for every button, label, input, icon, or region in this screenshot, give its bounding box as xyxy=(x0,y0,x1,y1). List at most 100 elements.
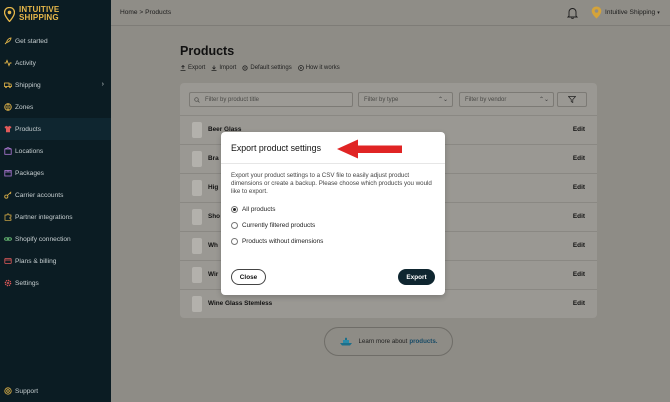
sidebar-item-settings[interactable]: Settings xyxy=(0,272,111,294)
learn-more-link[interactable]: products. xyxy=(409,338,437,345)
puzzle-icon xyxy=(4,213,12,221)
search-icon xyxy=(194,97,200,103)
sidebar-item-activity[interactable]: Activity xyxy=(0,52,111,74)
account-avatar-icon xyxy=(591,6,602,19)
sidebar-item-label: Plans & billing xyxy=(15,257,57,265)
select-caret-icon: ⌃⌄ xyxy=(437,97,448,103)
sidebar-item-products[interactable]: Products xyxy=(0,118,111,140)
type-filter-placeholder: Filter by type xyxy=(364,96,399,103)
ship-icon xyxy=(340,337,353,346)
link-icon xyxy=(4,235,12,243)
export-settings-dialog: Export product settings Export your prod… xyxy=(221,132,445,295)
type-filter[interactable]: Filter by type ⌃⌄ xyxy=(358,92,453,107)
sidebar-item-carrier-accounts[interactable]: Carrier accounts xyxy=(0,184,111,206)
edit-link[interactable]: Edit xyxy=(573,300,585,307)
dialog-divider xyxy=(221,163,445,164)
brand-logo[interactable]: INTUITIVE SHIPPING xyxy=(4,4,59,24)
export-button[interactable]: Export xyxy=(398,269,435,285)
sidebar-item-label: Shopify connection xyxy=(15,235,71,243)
chevron-right-icon: › xyxy=(101,81,104,88)
product-name: Bra xyxy=(208,155,219,162)
sidebar-item-label: Zones xyxy=(15,103,34,111)
vendor-filter[interactable]: Filter by vendor ⌃⌄ xyxy=(459,92,554,107)
topbar: Home > Products Intuitive Shipping ▾ xyxy=(111,0,670,26)
sidebar-item-partner-integrations[interactable]: Partner integrations xyxy=(0,206,111,228)
edit-link[interactable]: Edit xyxy=(573,155,585,162)
breadcrumb[interactable]: Home > Products xyxy=(120,9,171,16)
sidebar-item-get-started[interactable]: Get started xyxy=(0,30,111,52)
how-it-works-label: How it works xyxy=(305,65,340,71)
edit-link[interactable]: Edit xyxy=(573,242,585,249)
account-name: Intuitive Shipping xyxy=(605,9,656,16)
caret-down-icon: ▾ xyxy=(657,9,660,16)
radio-without-dimensions[interactable]: Products without dimensions xyxy=(231,238,323,245)
radio-button[interactable] xyxy=(231,222,238,229)
radio-all-products[interactable]: All products xyxy=(231,206,275,213)
sidebar-item-plans-billing[interactable]: Plans & billing xyxy=(0,250,111,272)
default-settings-action[interactable]: Default settings xyxy=(242,65,292,71)
account-menu[interactable]: Intuitive Shipping ▾ xyxy=(591,6,660,19)
globe-icon xyxy=(4,103,12,111)
box-icon xyxy=(4,169,12,177)
import-action-label: Import xyxy=(219,65,237,71)
learn-more-text: Learn more about xyxy=(358,338,408,345)
filter-icon xyxy=(568,96,576,103)
brand-name: INTUITIVE SHIPPING xyxy=(19,5,59,23)
sidebar-item-label: Carrier accounts xyxy=(15,191,64,199)
support-link[interactable]: Support xyxy=(4,387,38,395)
building-icon xyxy=(4,147,12,155)
product-thumbnail xyxy=(192,296,202,312)
edit-link[interactable]: Edit xyxy=(573,184,585,191)
close-button[interactable]: Close xyxy=(231,269,266,285)
learn-more-button[interactable]: Learn more about products. xyxy=(324,327,453,356)
export-action[interactable]: Export xyxy=(180,65,205,71)
edit-link[interactable]: Edit xyxy=(573,213,585,220)
edit-link[interactable]: Edit xyxy=(573,126,585,133)
radio-currently-filtered[interactable]: Currently filtered products xyxy=(231,222,315,229)
brand-line-2: SHIPPING xyxy=(19,13,59,22)
product-title-filter-placeholder: Filter by product title xyxy=(205,96,260,103)
radio-button-selected[interactable] xyxy=(231,206,238,213)
gear-icon xyxy=(4,279,12,287)
settings-icon xyxy=(242,65,248,71)
product-title-filter[interactable]: Filter by product title xyxy=(189,92,353,107)
shirt-icon xyxy=(4,125,12,133)
sidebar-item-packages[interactable]: Packages xyxy=(0,162,111,184)
radio-label: Currently filtered products xyxy=(242,222,316,229)
export-icon xyxy=(180,65,186,71)
sidebar-item-locations[interactable]: Locations xyxy=(0,140,111,162)
import-action[interactable]: Import xyxy=(211,65,236,71)
product-thumbnail xyxy=(192,267,202,283)
sidebar-item-shipping[interactable]: Shipping › xyxy=(0,74,111,96)
sidebar-item-shopify-connection[interactable]: Shopify connection xyxy=(0,228,111,250)
export-action-label: Export xyxy=(188,65,206,71)
edit-link[interactable]: Edit xyxy=(573,271,585,278)
support-label: Support xyxy=(15,387,39,395)
sidebar-item-label: Shipping xyxy=(15,81,41,89)
sidebar-item-label: Partner integrations xyxy=(15,213,73,221)
select-caret-icon: ⌃⌄ xyxy=(538,97,549,103)
how-it-works-action[interactable]: How it works xyxy=(297,65,340,71)
filter-button[interactable] xyxy=(557,92,587,107)
sidebar-item-zones[interactable]: Zones xyxy=(0,96,111,118)
rocket-icon xyxy=(4,37,12,45)
product-name: Sho xyxy=(208,213,221,220)
radio-button[interactable] xyxy=(231,238,238,245)
dialog-description: Export your product settings to a CSV fi… xyxy=(231,172,432,196)
sidebar-item-label: Products xyxy=(15,125,42,133)
radio-label: Products without dimensions xyxy=(242,238,324,245)
sidebar: INTUITIVE SHIPPING Get started Activity … xyxy=(0,0,111,402)
product-name: Wh xyxy=(208,242,218,249)
location-pin-icon xyxy=(4,6,15,22)
import-icon xyxy=(211,65,217,71)
product-thumbnail xyxy=(192,122,202,138)
bell-icon[interactable] xyxy=(567,7,578,19)
sidebar-item-label: Packages xyxy=(15,169,44,177)
sidebar-nav: Get started Activity Shipping › Zones Pr… xyxy=(0,30,111,294)
sidebar-item-label: Activity xyxy=(15,59,36,67)
annotation-arrow-icon xyxy=(337,139,402,159)
product-thumbnail xyxy=(192,209,202,225)
product-thumbnail xyxy=(192,180,202,196)
activity-icon xyxy=(4,59,12,67)
sidebar-item-label: Settings xyxy=(15,279,39,287)
